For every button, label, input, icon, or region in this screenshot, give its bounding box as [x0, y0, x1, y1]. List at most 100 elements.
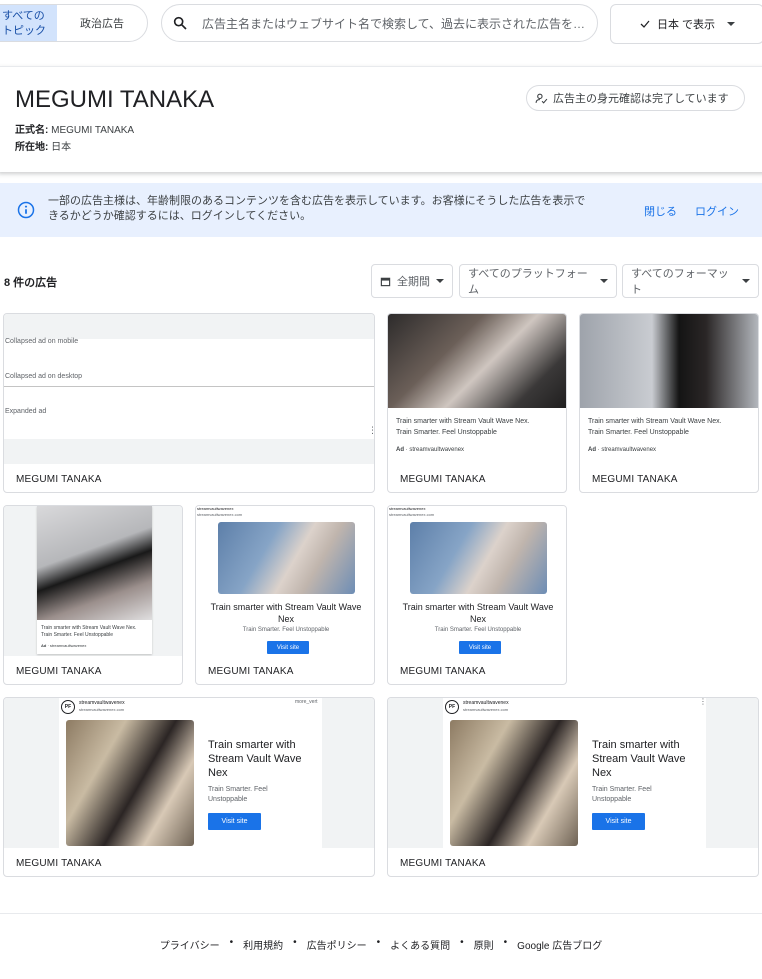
ad-preview: streamvaultwavenex streamvaultwavenex.co…: [196, 506, 374, 656]
ad-advertiser-name: MEGUMI TANAKA: [16, 474, 102, 485]
ad-domain: streamvaultwavenex: [601, 447, 657, 453]
ad-site-name: streamvaultwavenex: [463, 700, 509, 706]
ad-card[interactable]: PF streamvaultwavenex streamvaultwavenex…: [3, 697, 375, 877]
ad-preview: PF streamvaultwavenex streamvaultwavenex…: [388, 698, 758, 848]
collapsed-desktop-label: Collapsed ad on desktop: [5, 373, 83, 380]
footer-links: プライバシー • 利用規約 • 広告ポリシー • よくある質問 • 原則 • G…: [0, 937, 762, 952]
visit-site-button[interactable]: Visit site: [592, 813, 645, 830]
ad-attribution: Ad · streamvaultwavenex: [396, 447, 465, 453]
ad-description: Train Smarter. Feel Unstoppable: [242, 627, 330, 633]
ad-preview: Train smarter with Stream Vault Wave Nex…: [388, 314, 566, 464]
date-filter[interactable]: 全期間: [371, 264, 453, 298]
ad-description: Train Smarter. Feel Unstoppable: [434, 627, 522, 633]
ad-card[interactable]: Train smarter with Stream Vault Wave Nex…: [3, 505, 183, 685]
footer-separator: •: [293, 937, 297, 948]
footer-blog-link[interactable]: Google 広告ブログ: [517, 937, 602, 952]
legal-name-row: 正式名: MEGUMI TANAKA: [15, 121, 134, 136]
footer-separator: •: [460, 937, 464, 948]
format-filter-label: すべてのフォーマット: [631, 268, 729, 296]
ad-advertiser-name: MEGUMI TANAKA: [400, 858, 486, 869]
verified-label: 広告主の身元確認は完了しています: [553, 93, 729, 105]
ad-card[interactable]: PF streamvaultwavenex streamvaultwavenex…: [387, 697, 759, 877]
topic-political-button[interactable]: 政治広告: [57, 5, 147, 41]
advertiser-name: MEGUMI TANAKA: [15, 86, 215, 113]
ad-line1: Train smarter with Stream Vault Wave Nex…: [41, 625, 137, 631]
ad-image: [218, 522, 355, 594]
ad-preview: PF streamvaultwavenex streamvaultwavenex…: [4, 698, 374, 848]
topic-all-button[interactable]: すべての トピック: [0, 5, 57, 41]
footer-privacy-link[interactable]: プライバシー: [160, 937, 220, 952]
legal-name-value: MEGUMI TANAKA: [51, 125, 135, 136]
calendar-icon: [380, 277, 391, 286]
age-restriction-banner: 一部の広告主様は、年齢制限のあるコンテンツを含む広告を表示しています。お客様にそ…: [0, 183, 762, 237]
region-button[interactable]: 日本 で表示: [610, 4, 762, 44]
ad-site-url: streamvaultwavenex.com: [79, 707, 125, 712]
visit-site-button[interactable]: Visit site: [267, 641, 309, 654]
ad-site-name: streamvaultwavenex: [389, 506, 426, 511]
platform-filter-label: すべてのプラットフォーム: [468, 268, 588, 296]
footer-faq-link[interactable]: よくある質問: [390, 937, 450, 952]
checkmark-icon: [640, 20, 650, 28]
advertiser-card: MEGUMI TANAKA 正式名: MEGUMI TANAKA 所在地: 日本…: [0, 66, 762, 172]
ad-line2: Train Smarter. Feel Unstoppable: [396, 429, 497, 436]
visit-site-button[interactable]: Visit site: [208, 813, 261, 830]
ad-badge: Ad: [588, 447, 596, 453]
visit-site-button[interactable]: Visit site: [459, 641, 501, 654]
ad-count: 8 件の広告: [4, 277, 58, 289]
more-vert-icon[interactable]: more_vert: [295, 699, 318, 705]
search-input[interactable]: 広告主名またはウェブサイト名で検索して、過去に表示された広告を…: [161, 4, 598, 42]
ad-site-url: streamvaultwavenex.com: [197, 512, 243, 517]
location-label: 所在地:: [15, 142, 49, 153]
ad-card[interactable]: Collapsed ad on mobile Collapsed ad on d…: [3, 313, 375, 493]
ad-attribution: Ad · streamvaultwavenex: [588, 447, 657, 453]
topic-segmented-control: すべての トピック 政治広告: [0, 4, 148, 42]
ad-image: [450, 720, 578, 846]
ad-card[interactable]: Train smarter with Stream Vault Wave Nex…: [387, 313, 567, 493]
search-icon: [173, 16, 187, 30]
verified-badge[interactable]: 広告主の身元確認は完了しています: [526, 85, 745, 111]
ad-card[interactable]: streamvaultwavenex streamvaultwavenex.co…: [195, 505, 375, 685]
platform-filter[interactable]: すべてのプラットフォーム: [459, 264, 617, 298]
date-filter-label: 全期間: [397, 276, 430, 288]
format-filter[interactable]: すべてのフォーマット: [622, 264, 759, 298]
ad-domain: streamvaultwavenex: [409, 447, 465, 453]
ad-attribution: Ad · streamvaultwavenex: [41, 643, 87, 648]
legal-name-label: 正式名:: [15, 125, 49, 136]
ad-image: [37, 506, 152, 620]
ad-preview: Train smarter with Stream Vault Wave Nex…: [580, 314, 758, 464]
ad-site-url: streamvaultwavenex.com: [389, 512, 435, 517]
ad-line2: Train Smarter. Feel Unstoppable: [41, 632, 114, 638]
footer-separator: •: [229, 937, 234, 948]
search-placeholder: 広告主名またはウェブサイト名で検索して、過去に表示された広告を…: [202, 16, 586, 31]
ad-line2: Train Smarter. Feel Unstoppable: [588, 429, 689, 436]
ad-line1: Train smarter with Stream Vault Wave Nex…: [588, 418, 722, 425]
location-row: 所在地: 日本: [15, 138, 71, 153]
info-icon: [17, 201, 35, 219]
ad-image: [388, 314, 566, 408]
region-label: 日本 で表示: [656, 19, 716, 31]
location-value: 日本: [51, 142, 72, 153]
ad-badge: Ad: [396, 447, 404, 453]
footer-ad-policy-link[interactable]: 広告ポリシー: [307, 937, 367, 952]
ad-site-name: streamvaultwavenex: [79, 700, 125, 706]
ad-image: [410, 522, 547, 594]
more-vert-icon[interactable]: ⋮: [699, 698, 707, 706]
ad-headline: Train smarter with Stream Vault Wave Nex: [208, 739, 302, 779]
ad-headline: Train smarter with Stream Vault Wave Nex: [210, 602, 362, 624]
ad-image: [66, 720, 194, 846]
close-banner-button[interactable]: 閉じる: [644, 203, 677, 219]
ad-card[interactable]: streamvaultwavenex streamvaultwavenex.co…: [387, 505, 567, 685]
ad-description: Train Smarter. Feel Unstoppable: [592, 786, 652, 803]
chevron-down-icon: [436, 279, 444, 283]
ad-advertiser-name: MEGUMI TANAKA: [16, 666, 102, 677]
footer-terms-link[interactable]: 利用規約: [243, 937, 283, 952]
ad-image: [580, 314, 758, 408]
ad-card[interactable]: Train smarter with Stream Vault Wave Nex…: [579, 313, 759, 493]
login-link[interactable]: ログイン: [695, 203, 739, 219]
ad-site-name: streamvaultwavenex: [197, 506, 234, 511]
ad-preview: Train smarter with Stream Vault Wave Nex…: [4, 506, 182, 656]
footer-principles-link[interactable]: 原則: [474, 937, 494, 952]
advertiser-logo: PF: [61, 700, 75, 714]
more-vert-icon[interactable]: ⋮: [368, 426, 374, 435]
ad-advertiser-name: MEGUMI TANAKA: [400, 666, 486, 677]
